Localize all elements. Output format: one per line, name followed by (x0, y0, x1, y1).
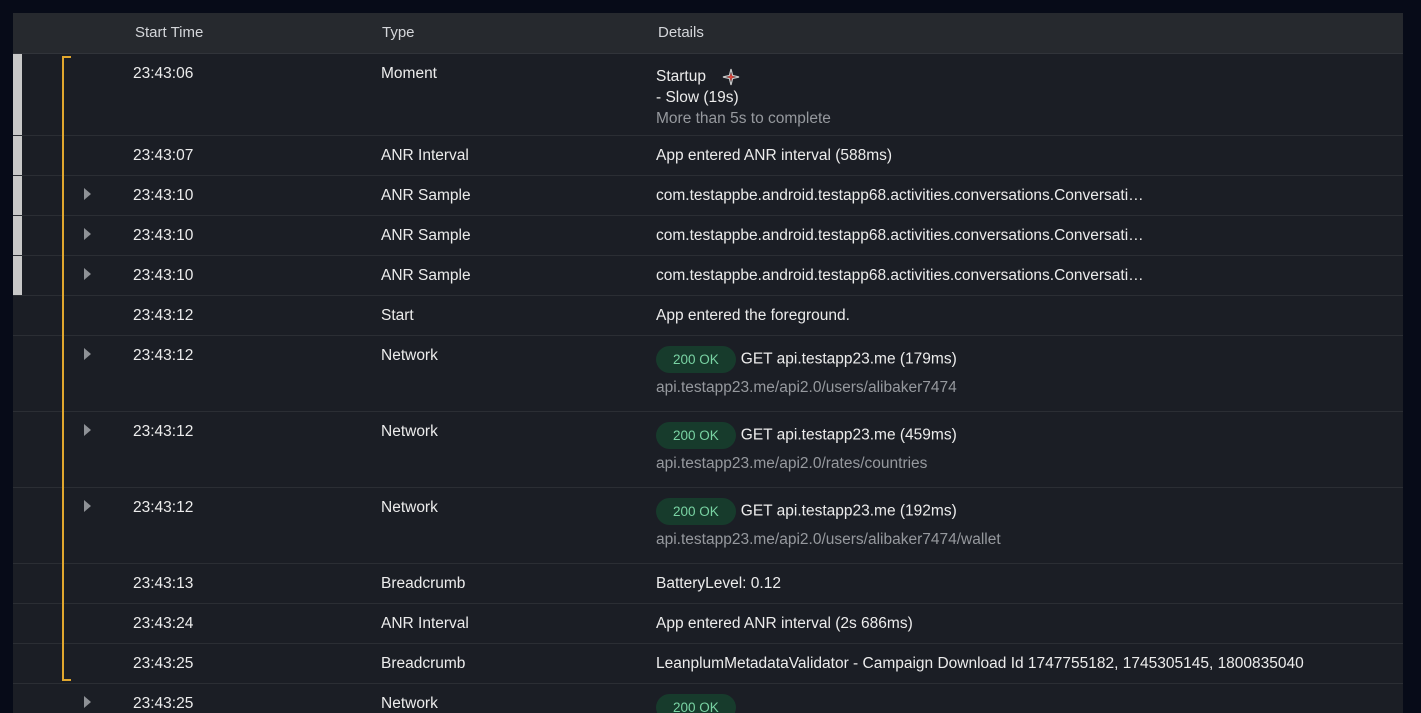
session-group-bracket (62, 56, 71, 681)
table-row[interactable]: 23:43:10 ANR Sample com.testappbe.androi… (13, 216, 1403, 256)
row-start-time: 23:43:07 (133, 147, 194, 164)
row-details-sub: api.testapp23.me/api2.0/users/alibaker74… (656, 531, 1001, 548)
row-details-sub: api.testapp23.me/api2.0/users/alibaker74… (656, 379, 957, 396)
row-start-time: 23:43:06 (133, 65, 194, 82)
table-row[interactable]: 23:43:13 Breadcrumb BatteryLevel: 0.12 (13, 564, 1403, 604)
row-details-title: Startup (656, 68, 706, 85)
row-type: ANR Interval (381, 147, 469, 164)
row-details: 200 OK GET api.testapp23.me (192ms) api.t… (656, 498, 1001, 549)
row-details: 200 OK GET api.testapp23.me (459ms) api.t… (656, 422, 957, 473)
table-row[interactable]: 23:43:07 ANR Interval App entered ANR in… (13, 136, 1403, 176)
status-badge: 200 OK (656, 498, 736, 525)
column-header-type[interactable]: Type (382, 24, 415, 41)
status-badge: 200 OK (656, 346, 736, 373)
row-type: Network (381, 347, 438, 364)
row-details: App entered the foreground. (656, 307, 850, 324)
status-badge: 200 OK (656, 694, 736, 713)
row-start-time: 23:43:13 (133, 575, 194, 592)
row-start-time: 23:43:12 (133, 347, 194, 364)
row-start-time: 23:43:24 (133, 615, 194, 632)
table-row[interactable]: 23:43:25 Network 200 OK (13, 684, 1403, 713)
row-type: Breadcrumb (381, 575, 466, 592)
row-selection-bar (13, 54, 22, 135)
row-selection-bar (13, 176, 22, 215)
event-timeline-table: Start Time Type Details 23:43:06 Moment … (13, 13, 1403, 713)
table-row[interactable]: 23:43:25 Breadcrumb LeanplumMetadataVali… (13, 644, 1403, 684)
row-details: App entered ANR interval (2s 686ms) (656, 615, 913, 632)
table-row[interactable]: 23:43:10 ANR Sample com.testappbe.androi… (13, 256, 1403, 296)
row-start-time: 23:43:10 (133, 227, 194, 244)
row-details: com.testappbe.android.testapp68.activiti… (656, 267, 1144, 284)
row-type: ANR Sample (381, 187, 471, 204)
row-start-time: 23:43:10 (133, 267, 194, 284)
row-type: Network (381, 499, 438, 516)
row-details-title: GET api.testapp23.me (459ms) (740, 426, 957, 444)
row-selection-bar (13, 136, 22, 175)
table-row[interactable]: 23:43:12 Network 200 OK GET api.testapp23… (13, 412, 1403, 488)
row-details-title: GET api.testapp23.me (192ms) (740, 502, 957, 520)
row-type: ANR Sample (381, 227, 471, 244)
row-type: ANR Sample (381, 267, 471, 284)
table-row[interactable]: 23:43:24 ANR Interval App entered ANR in… (13, 604, 1403, 644)
startup-spark-icon (723, 68, 740, 86)
row-details: com.testappbe.android.testapp68.activiti… (656, 227, 1144, 244)
table-header: Start Time Type Details (13, 13, 1403, 54)
row-start-time: 23:43:12 (133, 499, 194, 516)
column-header-start-time[interactable]: Start Time (135, 24, 203, 41)
row-details: BatteryLevel: 0.12 (656, 575, 781, 592)
table-row[interactable]: 23:43:12 Start App entered the foregroun… (13, 296, 1403, 336)
row-type: Network (381, 423, 438, 440)
row-start-time: 23:43:12 (133, 423, 194, 440)
row-details: LeanplumMetadataValidator - Campaign Dow… (656, 655, 1304, 672)
row-details-title: GET api.testapp23.me (179ms) (740, 350, 957, 368)
expand-caret-icon[interactable] (84, 268, 91, 280)
expand-caret-icon[interactable] (84, 348, 91, 360)
expand-caret-icon[interactable] (84, 188, 91, 200)
table-row[interactable]: 23:43:12 Network 200 OK GET api.testapp23… (13, 488, 1403, 564)
expand-caret-icon[interactable] (84, 228, 91, 240)
row-details-sub: More than 5s to complete (656, 110, 831, 127)
row-selection-bar (13, 216, 22, 255)
column-header-details[interactable]: Details (658, 24, 704, 41)
row-type: ANR Interval (381, 615, 469, 632)
row-details: 200 OK (656, 694, 741, 713)
row-type: Moment (381, 65, 437, 82)
row-details: App entered ANR interval (588ms) (656, 147, 893, 164)
row-type: Breadcrumb (381, 655, 466, 672)
row-selection-bar (13, 256, 22, 295)
row-details: 200 OK GET api.testapp23.me (179ms) api.t… (656, 346, 957, 397)
table-row[interactable]: 23:43:06 Moment Startup - Slow (19s) Mor… (13, 54, 1403, 136)
expand-caret-icon[interactable] (84, 500, 91, 512)
row-details-line2: - Slow (19s) (656, 89, 739, 106)
row-start-time: 23:43:25 (133, 655, 194, 672)
row-details-sub: api.testapp23.me/api2.0/rates/countries (656, 455, 928, 472)
expand-caret-icon[interactable] (84, 424, 91, 436)
row-type: Start (381, 307, 414, 324)
status-badge: 200 OK (656, 422, 736, 449)
row-details: Startup - Slow (19s) More than 5s to com… (656, 66, 831, 129)
row-start-time: 23:43:12 (133, 307, 194, 324)
table-row[interactable]: 23:43:12 Network 200 OK GET api.testapp23… (13, 336, 1403, 412)
row-details: com.testappbe.android.testapp68.activiti… (656, 187, 1144, 204)
table-row[interactable]: 23:43:10 ANR Sample com.testappbe.androi… (13, 176, 1403, 216)
row-start-time: 23:43:10 (133, 187, 194, 204)
